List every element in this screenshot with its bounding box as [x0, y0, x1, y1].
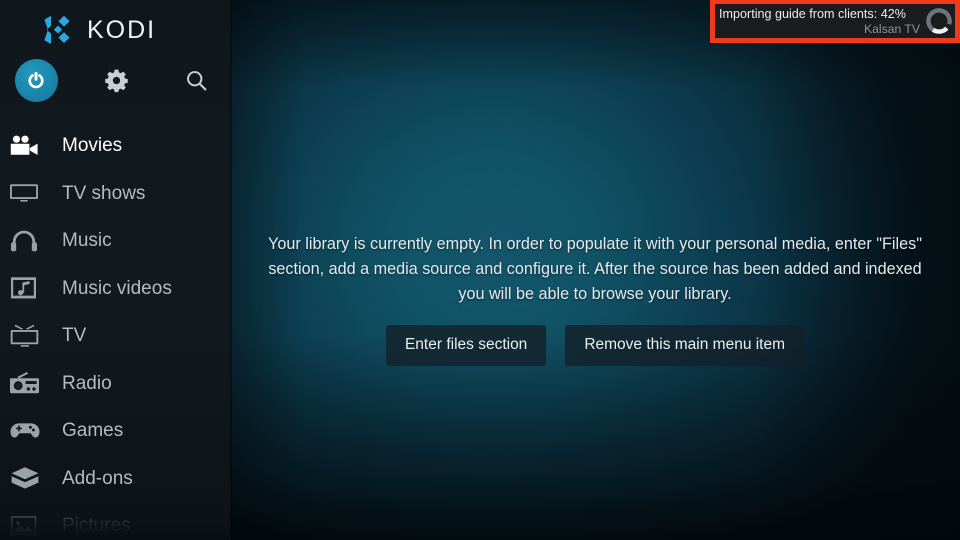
sidebar-item-label: Add-ons — [62, 467, 133, 489]
sidebar-item-add-ons[interactable]: Add-ons — [0, 455, 231, 503]
sidebar-item-label: Music videos — [62, 277, 172, 299]
movie-camera-icon — [10, 131, 44, 161]
sidebar-item-label: Radio — [62, 372, 112, 394]
sidebar-item-label: TV shows — [62, 182, 146, 204]
radio-icon — [10, 368, 44, 398]
sidebar: KODI Movies TV shows Music Music videos … — [0, 0, 231, 540]
kodi-logo-icon — [44, 15, 70, 45]
sidebar-item-music[interactable]: Music — [0, 217, 231, 265]
power-button[interactable] — [14, 58, 58, 102]
addon-box-icon — [10, 463, 44, 493]
sidebar-item-label: Games — [62, 420, 124, 442]
television-icon — [10, 178, 44, 208]
sidebar-item-label: Movies — [62, 135, 123, 157]
app-logo: KODI — [42, 12, 212, 48]
picture-icon — [10, 511, 44, 540]
gear-icon — [104, 69, 128, 92]
app-name: KODI — [87, 15, 157, 44]
enter-files-section-button[interactable]: Enter files section — [385, 325, 547, 366]
sidebar-item-music-videos[interactable]: Music videos — [0, 265, 231, 313]
music-video-icon — [10, 273, 44, 303]
sidebar-item-pictures[interactable]: Pictures — [0, 502, 231, 540]
power-icon — [28, 71, 44, 89]
sidebar-item-label: TV — [62, 325, 87, 347]
sidebar-item-games[interactable]: Games — [0, 407, 231, 455]
search-button[interactable] — [174, 58, 218, 102]
sidebar-item-label: Pictures — [62, 515, 131, 537]
top-icon-row — [0, 58, 231, 104]
empty-library-panel: Your library is currently empty. In orde… — [245, 232, 945, 366]
power-button-highlight — [14, 58, 58, 102]
empty-library-message: Your library is currently empty. In orde… — [268, 235, 922, 303]
sidebar-item-label: Music — [62, 230, 112, 252]
gamepad-icon — [10, 416, 44, 446]
notification-toast[interactable]: Importing guide from clients: 42% Kalsan… — [710, 0, 960, 43]
retro-tv-icon — [10, 321, 44, 351]
empty-library-actions: Enter files section Remove this main men… — [245, 325, 945, 366]
settings-button[interactable] — [94, 58, 138, 102]
search-icon — [186, 70, 207, 91]
remove-main-menu-item-button[interactable]: Remove this main menu item — [565, 325, 805, 366]
notification-highlight-border — [710, 0, 960, 43]
sidebar-item-tv-shows[interactable]: TV shows — [0, 170, 231, 218]
sidebar-item-tv[interactable]: TV — [0, 312, 231, 360]
kodi-home-screen: KODI Movies TV shows Music Music videos … — [0, 0, 960, 540]
sidebar-item-radio[interactable]: Radio — [0, 360, 231, 408]
main-menu: Movies TV shows Music Music videos TV Ra… — [0, 122, 231, 540]
headphones-icon — [10, 226, 44, 256]
sidebar-item-movies[interactable]: Movies — [0, 122, 231, 170]
